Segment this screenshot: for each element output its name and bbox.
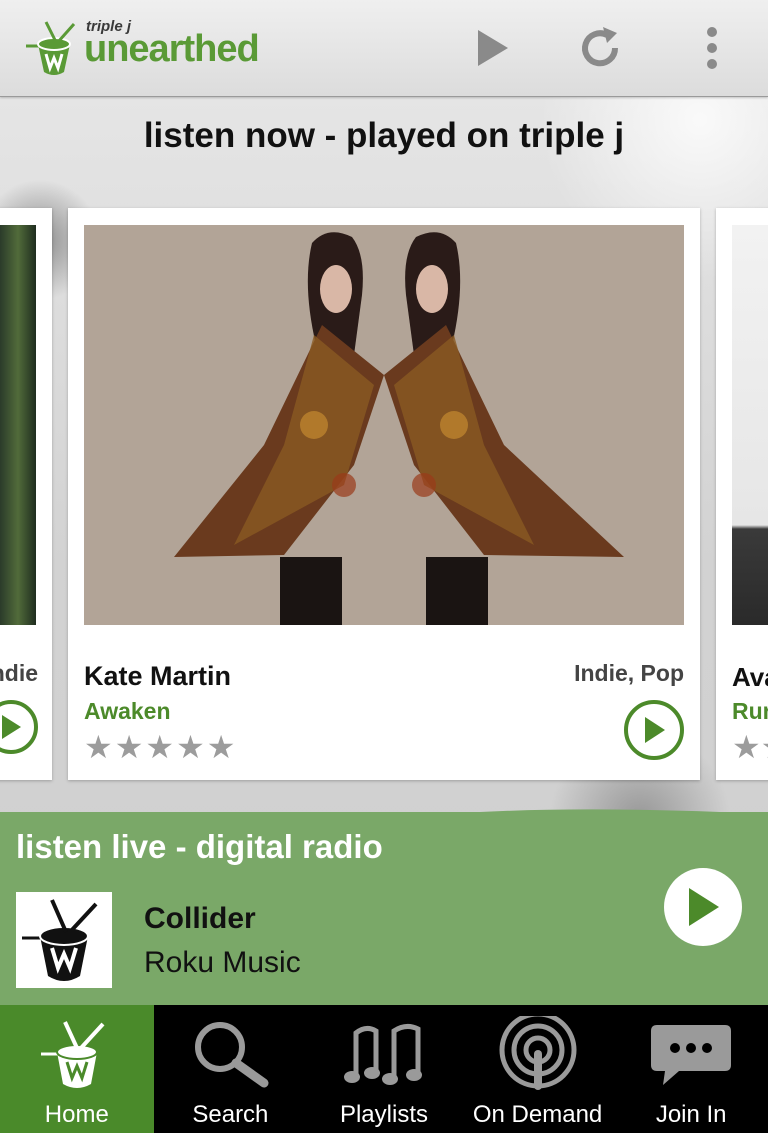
star-icon[interactable]: ★ — [84, 729, 115, 765]
star-icon[interactable]: ★ — [176, 729, 207, 765]
track-title[interactable]: Awaken — [84, 698, 171, 725]
nav-item-search[interactable]: Search — [154, 1005, 308, 1133]
overflow-menu-icon — [707, 27, 717, 69]
refresh-button[interactable] — [574, 22, 626, 74]
chat-bubble-icon — [651, 1025, 732, 1085]
star-rating[interactable]: ★★★★★ — [84, 728, 237, 766]
album-art-previous — [0, 225, 36, 625]
now-playing-song: Collider — [144, 902, 256, 935]
play-track-previous-button[interactable] — [0, 700, 38, 754]
artist-name[interactable]: Kate Martin — [84, 661, 231, 692]
play-track-button[interactable] — [624, 700, 684, 760]
live-play-button[interactable] — [664, 868, 742, 946]
nav-label: Playlists — [339, 1101, 428, 1128]
artist-name-partial: Ava — [732, 662, 768, 692]
track-title-partial: Rur — [732, 698, 768, 724]
bottom-navigation: Home Search Playlists On Demand Join In — [0, 1005, 768, 1133]
star-icon[interactable]: ★ — [115, 729, 146, 765]
refresh-icon — [582, 27, 619, 67]
play-icon — [2, 715, 21, 739]
nav-item-home[interactable]: Home — [0, 1005, 154, 1133]
nav-item-join-in[interactable]: Join In — [614, 1005, 768, 1133]
star-icon[interactable]: ★ — [207, 729, 238, 765]
artist-photo-image — [84, 225, 684, 625]
track-card-previous[interactable]: ndie — [0, 208, 52, 780]
live-radio-bar[interactable]: listen live - digital radio Collider Rok… — [0, 812, 768, 1005]
genre-label: Indie, Pop — [574, 660, 684, 686]
nav-label: Join In — [655, 1101, 727, 1128]
section-heading: listen now - played on triple j — [143, 116, 625, 155]
star-rating-partial: ★★ — [732, 729, 768, 765]
nav-item-on-demand[interactable]: On Demand — [461, 1005, 615, 1133]
play-button[interactable] — [466, 22, 518, 74]
track-card[interactable]: Kate Martin Awaken Indie, Pop ★★★★★ — [68, 208, 700, 780]
album-art-next — [732, 225, 768, 625]
play-icon — [689, 888, 719, 926]
star-icon[interactable]: ★ — [145, 729, 176, 765]
nav-label: On Demand — [472, 1101, 603, 1128]
app-bar: triple j unearthed — [0, 0, 768, 97]
station-logo — [16, 892, 112, 988]
nav-label: Home — [44, 1101, 109, 1128]
triple-j-unearthed-logo[interactable]: triple j unearthed — [24, 16, 274, 80]
album-art — [84, 225, 684, 625]
live-radio-title: listen live - digital radio — [16, 828, 383, 865]
home-drum-icon — [40, 1021, 105, 1088]
nav-item-playlists[interactable]: Playlists — [307, 1005, 461, 1133]
overflow-menu-button[interactable] — [686, 22, 738, 74]
drum-logo-icon — [22, 899, 98, 981]
music-notes-icon — [343, 1023, 422, 1085]
logo-big-text: unearthed — [84, 28, 260, 70]
search-icon — [195, 1022, 269, 1088]
nav-label: Search — [192, 1101, 269, 1128]
play-icon — [645, 717, 665, 743]
now-playing-artist: Roku Music — [144, 946, 301, 979]
play-icon — [478, 30, 508, 66]
track-card-next[interactable]: Ava Rur ★★ — [716, 208, 768, 780]
drum-logo-icon — [26, 21, 76, 75]
genre-partial: ndie — [0, 660, 38, 686]
podcast-icon — [499, 1016, 577, 1090]
